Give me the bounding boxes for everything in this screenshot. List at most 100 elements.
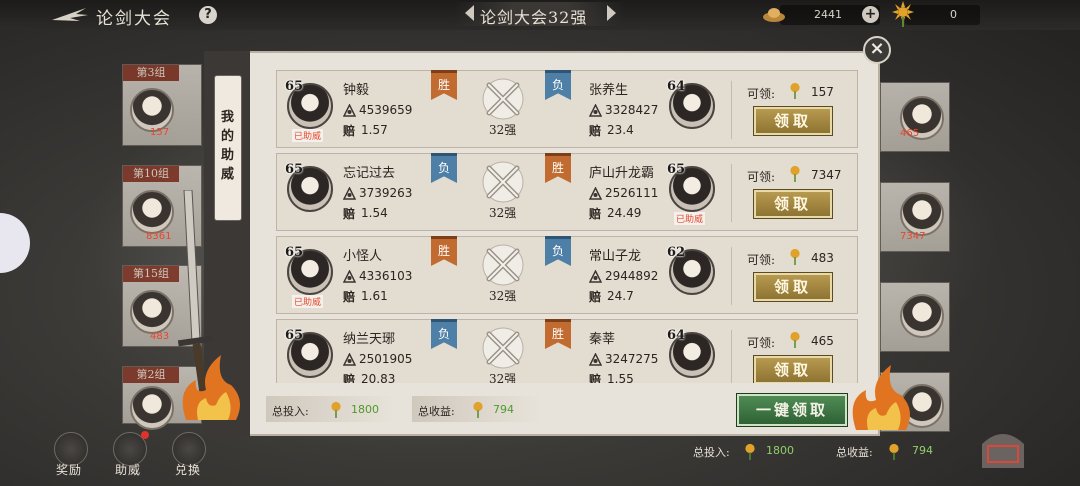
player-odds: 1.54 bbox=[361, 206, 388, 220]
player-name: 小怪人 bbox=[343, 249, 383, 264]
cheered-tag: 已助威 bbox=[292, 129, 324, 142]
claim-button[interactable]: 领取 bbox=[754, 273, 832, 301]
gold-ingot-icon bbox=[763, 8, 785, 22]
help-icon[interactable]: ? bbox=[199, 6, 217, 24]
claim-all-button[interactable]: 一键领取 bbox=[737, 394, 847, 426]
bg-avatar bbox=[130, 88, 174, 132]
result-flag: 胜 bbox=[545, 153, 571, 183]
player-power: 4336103 bbox=[359, 269, 413, 283]
close-icon[interactable]: × bbox=[863, 36, 891, 64]
player-power: 3739263 bbox=[359, 186, 413, 200]
cheer-row: 65 纳兰天琊 2501905 赔 20.83 负 32强 胜 秦莘 32472… bbox=[276, 319, 858, 383]
claim-button[interactable]: 领取 bbox=[754, 190, 832, 218]
bg-avatar bbox=[900, 192, 944, 236]
round-label: 32强 bbox=[489, 123, 517, 137]
player-level: 62 bbox=[667, 245, 686, 260]
sun-coin-icon bbox=[745, 443, 755, 460]
player-name: 秦莘 bbox=[589, 332, 616, 347]
tab-my-cheer-label: 我的助威 bbox=[221, 110, 235, 182]
claim-label: 可领: bbox=[747, 253, 776, 267]
crossed-swords-icon bbox=[482, 327, 524, 369]
bg-avatar bbox=[900, 294, 944, 338]
player-power: 2944892 bbox=[605, 269, 659, 283]
player-power: 3328427 bbox=[605, 103, 659, 117]
crossed-swords-icon bbox=[482, 244, 524, 286]
power-icon bbox=[343, 270, 356, 283]
claim-amount: 157 bbox=[811, 85, 834, 99]
bg-avatar bbox=[130, 386, 174, 430]
total-in-label: 总投入: bbox=[272, 405, 309, 418]
claim-button[interactable]: 领取 bbox=[754, 107, 832, 135]
result-flag: 负 bbox=[431, 319, 457, 349]
cheer-row: 65 已助威 钟毅 4539659 赔 1.57 胜 32强 负 张养生 332… bbox=[276, 70, 858, 148]
bg-total-in-label: 总投入: bbox=[693, 446, 730, 459]
row-divider bbox=[731, 164, 732, 222]
player-odds: 1.61 bbox=[361, 289, 388, 303]
claim-amount: 465 bbox=[811, 334, 834, 348]
cheer-row: 65 已助威 小怪人 4336103 赔 1.61 胜 32强 负 常山子龙 2… bbox=[276, 236, 858, 314]
player-odds: 23.4 bbox=[607, 123, 634, 137]
prev-stage-icon[interactable] bbox=[465, 5, 474, 21]
odds-icon: 赔 bbox=[589, 373, 602, 383]
player-level: 65 bbox=[285, 328, 304, 343]
result-flag: 负 bbox=[545, 70, 571, 100]
player-level: 64 bbox=[667, 328, 686, 343]
player-name: 庐山升龙霸 bbox=[589, 166, 655, 181]
player-name: 纳兰天琊 bbox=[343, 332, 396, 347]
bg-value: 465 bbox=[900, 128, 920, 139]
result-flag: 胜 bbox=[545, 319, 571, 349]
stage-title: 论剑大会32强 bbox=[480, 8, 588, 27]
player-name: 常山子龙 bbox=[589, 249, 642, 264]
sun-coin-icon bbox=[889, 443, 899, 460]
crossed-swords-icon bbox=[482, 161, 524, 203]
notification-dot bbox=[141, 431, 149, 439]
sun-coin-icon bbox=[790, 331, 800, 348]
result-flag: 胜 bbox=[431, 236, 457, 266]
exchange-label: 兑换 bbox=[175, 463, 202, 477]
result-flag: 胜 bbox=[431, 70, 457, 100]
player-power: 2526111 bbox=[605, 186, 659, 200]
power-icon bbox=[589, 353, 602, 366]
power-icon bbox=[589, 187, 602, 200]
crossed-swords-icon bbox=[482, 78, 524, 120]
sun-coin-icon bbox=[331, 401, 341, 418]
round-label: 32强 bbox=[489, 372, 517, 383]
player-name: 张养生 bbox=[589, 83, 629, 98]
cheer-list[interactable]: 65 已助威 钟毅 4539659 赔 1.57 胜 32强 负 张养生 332… bbox=[276, 70, 858, 383]
sun-coin-icon bbox=[473, 401, 483, 418]
player-level: 64 bbox=[667, 79, 686, 94]
bg-avatar bbox=[130, 290, 174, 334]
claim-label: 可领: bbox=[747, 170, 776, 184]
total-gain-label: 总收益: bbox=[418, 405, 455, 418]
claim-button[interactable]: 领取 bbox=[754, 356, 832, 383]
player-odds: 1.55 bbox=[607, 372, 634, 383]
sun-coin-icon bbox=[892, 1, 914, 27]
bg-total-gain-value: 794 bbox=[912, 444, 933, 457]
bg-value: 483 bbox=[150, 331, 170, 342]
player-odds: 24.7 bbox=[607, 289, 634, 303]
row-divider bbox=[731, 247, 732, 305]
player-name: 忘记过去 bbox=[343, 166, 396, 181]
seal-stamp-icon[interactable] bbox=[976, 424, 1030, 474]
sun-coin-icon bbox=[790, 248, 800, 265]
back-icon[interactable] bbox=[50, 6, 90, 24]
next-stage-icon[interactable] bbox=[607, 5, 616, 21]
page-title: 论剑大会 bbox=[96, 9, 172, 29]
power-icon bbox=[343, 187, 356, 200]
bg-total-in-value: 1800 bbox=[766, 444, 794, 457]
row-divider bbox=[731, 81, 732, 139]
odds-icon: 赔 bbox=[343, 207, 356, 221]
player-power: 2501905 bbox=[359, 352, 413, 366]
sun-coin-icon bbox=[790, 165, 800, 182]
total-gain-value: 794 bbox=[493, 403, 514, 416]
claim-amount: 483 bbox=[811, 251, 834, 265]
odds-icon: 赔 bbox=[343, 290, 356, 304]
bg-value: 8361 bbox=[146, 231, 172, 242]
add-currency-button[interactable]: + bbox=[862, 6, 879, 23]
player-name: 钟毅 bbox=[343, 83, 370, 98]
player-power: 4539659 bbox=[359, 103, 413, 117]
bg-value: 7347 bbox=[900, 231, 926, 242]
player-level: 65 bbox=[285, 162, 304, 177]
sun-coin-icon bbox=[790, 82, 800, 99]
claim-amount: 7347 bbox=[811, 168, 842, 182]
